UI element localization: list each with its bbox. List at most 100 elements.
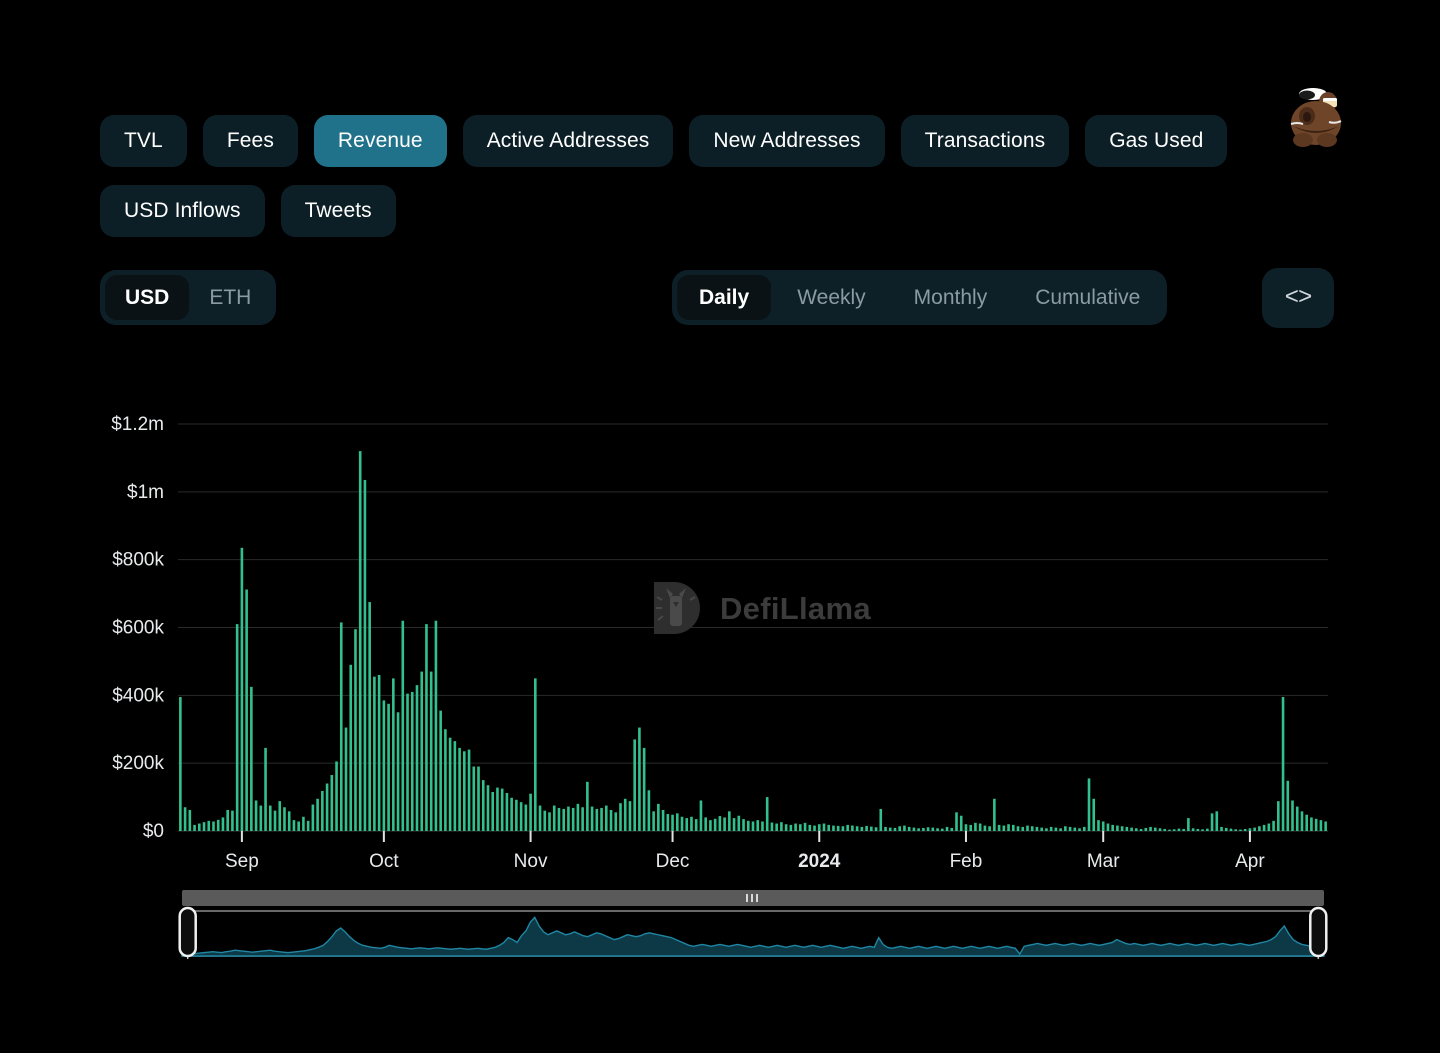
chart-bar[interactable] [1050, 827, 1053, 831]
chart-bar[interactable] [936, 828, 939, 831]
chart-bar[interactable] [969, 825, 972, 831]
chart-bar[interactable] [387, 704, 390, 831]
chart-bar[interactable] [1111, 825, 1114, 831]
chart-bar[interactable] [260, 806, 263, 831]
metric-tab-new-addresses[interactable]: New Addresses [689, 115, 884, 167]
chart-bar[interactable] [993, 799, 996, 831]
chart-bar[interactable] [335, 761, 338, 831]
chart-bar[interactable] [1187, 818, 1190, 831]
chart-bar[interactable] [1040, 828, 1043, 831]
chart-bar[interactable] [250, 687, 253, 831]
chart-bar[interactable] [856, 826, 859, 831]
chart-bar[interactable] [756, 820, 759, 831]
metric-tab-tweets[interactable]: Tweets [281, 185, 396, 237]
chart-bar[interactable] [1211, 813, 1214, 831]
chart-bar[interactable] [1140, 829, 1143, 831]
chart-bar[interactable] [444, 729, 447, 831]
chart-bar[interactable] [572, 808, 575, 831]
chart-bar[interactable] [1324, 822, 1327, 831]
chart-bar[interactable] [723, 817, 726, 831]
chart-bar[interactable] [558, 808, 561, 831]
chart-bar[interactable] [212, 822, 215, 831]
chart-bar[interactable] [506, 793, 509, 831]
chart-bar[interactable] [596, 809, 599, 831]
chart-bar[interactable] [771, 823, 774, 831]
chart-bar[interactable] [889, 828, 892, 831]
chart-bar[interactable] [515, 800, 518, 831]
chart-bar[interactable] [293, 820, 296, 831]
chart-bar[interactable] [581, 807, 584, 831]
chart-bar[interactable] [1282, 697, 1285, 831]
chart-bar[interactable] [591, 807, 594, 831]
chart-bar[interactable] [189, 810, 192, 831]
chart-bar[interactable] [193, 825, 196, 831]
chart-bar[interactable] [316, 799, 319, 831]
chart-bar[interactable] [321, 791, 324, 831]
chart-bar[interactable] [1291, 800, 1294, 831]
chart-bar[interactable] [742, 819, 745, 831]
chart-bar[interactable] [913, 828, 916, 831]
chart-bar[interactable] [1055, 828, 1058, 831]
interval-option-monthly[interactable]: Monthly [892, 275, 1010, 320]
chart-bar[interactable] [245, 590, 248, 831]
chart-bar[interactable] [1272, 821, 1275, 831]
chart-bar[interactable] [1017, 826, 1020, 831]
chart-bar[interactable] [648, 790, 651, 831]
chart-bar[interactable] [681, 817, 684, 831]
chart-bar[interactable] [629, 801, 632, 831]
chart-bar[interactable] [941, 829, 944, 831]
chart-bar[interactable] [652, 811, 655, 831]
chart-bar[interactable] [709, 820, 712, 831]
chart-bar[interactable] [960, 816, 963, 831]
chart-bar[interactable] [879, 809, 882, 831]
chart-bar[interactable] [406, 694, 409, 831]
chart-bar[interactable] [487, 785, 490, 831]
chart-bar[interactable] [373, 677, 376, 831]
chart-bar[interactable] [619, 803, 622, 831]
chart-bar[interactable] [198, 824, 201, 831]
chart-bar[interactable] [255, 800, 258, 831]
chart-bar[interactable] [207, 821, 210, 831]
chart-bar[interactable] [567, 807, 570, 831]
chart-bar[interactable] [401, 621, 404, 831]
chart-bar[interactable] [236, 624, 239, 831]
chart-bar[interactable] [1277, 801, 1280, 831]
chart-bar[interactable] [1074, 828, 1077, 831]
chart-bar[interactable] [264, 748, 267, 831]
chart-bar[interactable] [496, 788, 499, 831]
chart-bar[interactable] [312, 805, 315, 831]
chart-bar[interactable] [638, 728, 641, 831]
chart-bar[interactable] [411, 692, 414, 831]
chart-bar[interactable] [728, 811, 731, 831]
chart-bar[interactable] [1021, 827, 1024, 831]
chart-bar[interactable] [955, 812, 958, 831]
chart-bar[interactable] [184, 807, 187, 831]
chart-bar[interactable] [586, 782, 589, 831]
chart-bar[interactable] [449, 738, 452, 831]
chart-bar[interactable] [988, 826, 991, 831]
chart-bar[interactable] [378, 675, 381, 831]
chart-bar[interactable] [1144, 828, 1147, 831]
chart-bar[interactable] [241, 548, 244, 831]
chart-bar[interactable] [425, 624, 428, 831]
chart-bar[interactable] [454, 741, 457, 831]
chart-bar[interactable] [179, 697, 182, 831]
chart-bar[interactable] [529, 794, 532, 831]
chart-bar[interactable] [468, 750, 471, 831]
chart-bar[interactable] [785, 824, 788, 831]
chart-bar[interactable] [775, 824, 778, 831]
chart-bar[interactable] [416, 685, 419, 831]
chart-bar[interactable] [1121, 826, 1124, 831]
chart-bar[interactable] [827, 825, 830, 831]
chart-bar[interactable] [1253, 828, 1256, 831]
chart-bar[interactable] [1225, 828, 1228, 831]
chart-bar[interactable] [525, 805, 528, 831]
chart-bar[interactable] [577, 804, 580, 831]
chart-bar[interactable] [903, 826, 906, 831]
chart-bar[interactable] [1078, 828, 1081, 831]
chart-bar[interactable] [804, 823, 807, 831]
chart-bar[interactable] [368, 602, 371, 831]
chart-range-slider[interactable] [178, 888, 1328, 960]
chart-bar[interactable] [1159, 828, 1162, 831]
chart-bar[interactable] [922, 828, 925, 831]
